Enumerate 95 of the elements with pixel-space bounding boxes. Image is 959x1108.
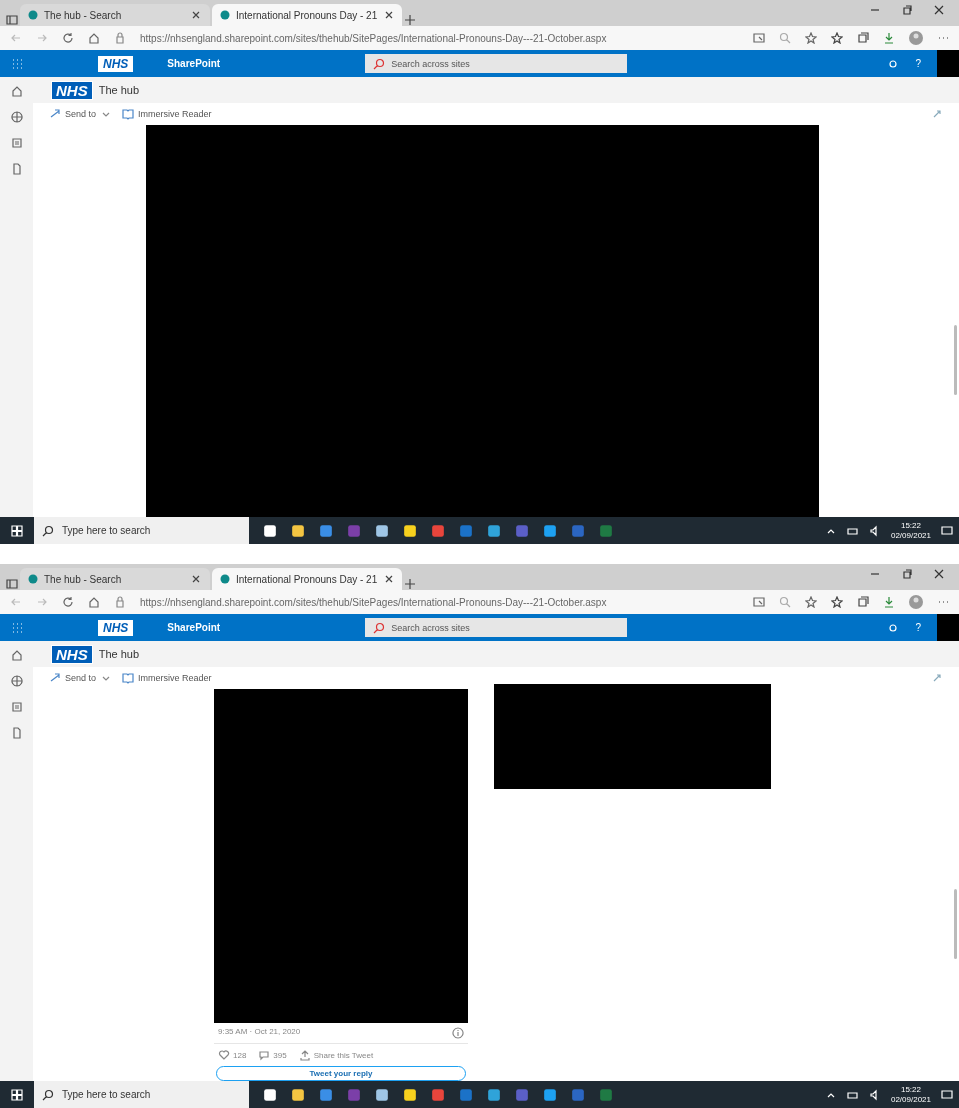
download-icon[interactable] bbox=[883, 32, 895, 44]
app-name[interactable]: SharePoint bbox=[167, 622, 221, 633]
search-icon bbox=[42, 1088, 54, 1101]
new-tab-icon[interactable] bbox=[404, 14, 416, 26]
book-icon bbox=[122, 108, 135, 120]
tab-actions-icon[interactable] bbox=[6, 14, 18, 26]
nhs-logo[interactable]: NHS bbox=[51, 644, 93, 664]
zoom-icon[interactable] bbox=[779, 596, 791, 608]
zoom-icon[interactable] bbox=[779, 32, 791, 44]
nhs-logo[interactable]: NHS bbox=[98, 619, 134, 636]
reader-icon[interactable] bbox=[753, 32, 765, 44]
new-tab-icon[interactable] bbox=[404, 578, 416, 590]
collections-icon[interactable] bbox=[857, 32, 869, 44]
help-button[interactable]: ? bbox=[915, 58, 921, 69]
page-icon[interactable] bbox=[10, 163, 23, 175]
browser-tab[interactable]: International Pronouns Day - 21 bbox=[212, 4, 402, 26]
browser-tab[interactable]: The hub - Search bbox=[20, 568, 210, 590]
share-link[interactable]: Share this Tweet bbox=[313, 1050, 374, 1060]
scrollbar[interactable] bbox=[954, 325, 957, 395]
globe-icon[interactable] bbox=[10, 111, 23, 123]
scrollbar[interactable] bbox=[954, 889, 957, 959]
site-globe-icon bbox=[28, 574, 38, 584]
collections-icon[interactable] bbox=[857, 596, 869, 608]
windows-start-icon[interactable] bbox=[11, 524, 23, 537]
search-icon bbox=[373, 621, 386, 634]
profile-avatar-icon[interactable] bbox=[909, 595, 923, 609]
page-icon[interactable] bbox=[10, 727, 23, 739]
taskbar-search-field[interactable]: Type here to search bbox=[34, 517, 249, 544]
app-name[interactable]: SharePoint bbox=[167, 58, 221, 69]
help-button[interactable]: ? bbox=[915, 622, 921, 633]
clock[interactable]: 15:22 02/09/2021 bbox=[890, 1084, 931, 1105]
search-icon bbox=[373, 57, 386, 70]
expand-icon[interactable] bbox=[931, 108, 943, 120]
site-title[interactable]: The hub bbox=[98, 84, 140, 96]
news-icon[interactable] bbox=[10, 137, 23, 149]
expand-icon[interactable] bbox=[931, 672, 943, 684]
tab-actions-icon[interactable] bbox=[6, 578, 18, 590]
star-add-icon[interactable] bbox=[805, 596, 817, 608]
browser-tab[interactable]: The hub - Search bbox=[20, 4, 210, 26]
search-icon bbox=[42, 524, 54, 537]
share-icon bbox=[49, 108, 61, 120]
share-icon[interactable] bbox=[298, 1049, 311, 1062]
app-launcher-icon[interactable] bbox=[11, 621, 23, 634]
close-icon[interactable] bbox=[933, 4, 945, 16]
reader-icon[interactable] bbox=[753, 596, 765, 608]
tweet-timestamp: 9:35 AM · Oct 21, 2020 bbox=[218, 1027, 301, 1039]
nhs-logo[interactable]: NHS bbox=[98, 55, 134, 72]
like-count: 128 bbox=[233, 1050, 247, 1060]
send-to-button[interactable]: Send to bbox=[49, 108, 113, 120]
star-add-icon[interactable] bbox=[805, 32, 817, 44]
home-icon[interactable] bbox=[10, 85, 23, 97]
refresh-icon[interactable] bbox=[62, 596, 74, 608]
settings-icon[interactable] bbox=[887, 621, 900, 634]
taskbar-search-field[interactable]: Type here to search bbox=[34, 1081, 249, 1108]
info-icon[interactable] bbox=[452, 1027, 464, 1040]
favorites-icon[interactable] bbox=[831, 596, 843, 608]
refresh-icon[interactable] bbox=[62, 32, 74, 44]
restore-icon[interactable] bbox=[901, 568, 913, 580]
home-icon[interactable] bbox=[88, 596, 100, 608]
settings-icon[interactable] bbox=[887, 57, 900, 70]
redacted-block bbox=[937, 614, 959, 641]
clock[interactable]: 15:22 02/09/2021 bbox=[890, 520, 931, 541]
site-globe-icon bbox=[220, 10, 230, 20]
tab-close-icon bbox=[190, 9, 202, 21]
restore-icon[interactable] bbox=[901, 4, 913, 16]
globe-icon[interactable] bbox=[10, 675, 23, 687]
home-icon[interactable] bbox=[10, 649, 23, 661]
profile-avatar-icon[interactable] bbox=[909, 31, 923, 45]
home-icon[interactable] bbox=[88, 32, 100, 44]
reply-count: 395 bbox=[273, 1050, 287, 1060]
download-icon[interactable] bbox=[883, 596, 895, 608]
reader-button[interactable]: Immersive Reader bbox=[122, 108, 212, 120]
book-icon bbox=[122, 672, 135, 684]
lock-icon bbox=[114, 596, 126, 608]
reader-button[interactable]: Immersive Reader bbox=[122, 672, 212, 684]
browser-tab[interactable]: International Pronouns Day - 21 bbox=[212, 568, 402, 590]
site-globe-icon bbox=[220, 574, 230, 584]
windows-start-icon[interactable] bbox=[11, 1088, 23, 1101]
favorites-icon[interactable] bbox=[831, 32, 843, 44]
tab-close-icon bbox=[190, 573, 202, 585]
nhs-logo[interactable]: NHS bbox=[51, 80, 93, 100]
news-icon[interactable] bbox=[10, 701, 23, 713]
site-title[interactable]: The hub bbox=[98, 648, 140, 660]
share-icon bbox=[49, 672, 61, 684]
site-globe-icon bbox=[28, 10, 38, 20]
app-launcher-icon[interactable] bbox=[11, 57, 23, 70]
send-to-button[interactable]: Send to bbox=[49, 672, 113, 684]
speech-bubble-icon[interactable] bbox=[258, 1049, 271, 1062]
search-field[interactable]: Search across sites bbox=[365, 54, 628, 73]
reply-button[interactable]: Tweet your reply bbox=[216, 1066, 466, 1081]
redacted-block bbox=[937, 50, 959, 77]
search-field[interactable]: Search across sites bbox=[365, 618, 628, 637]
close-icon[interactable] bbox=[933, 568, 945, 580]
heart-icon[interactable] bbox=[218, 1049, 230, 1062]
lock-icon bbox=[114, 32, 126, 44]
